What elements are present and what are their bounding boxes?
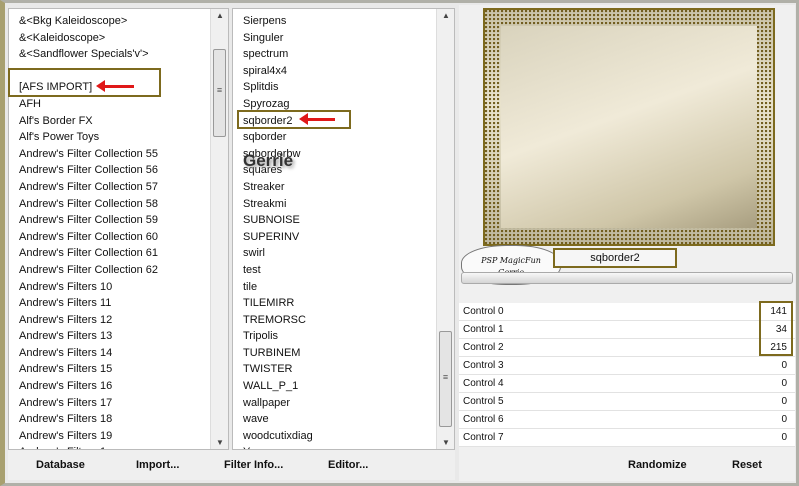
category-item[interactable]: Andrew's Filters 19 [9,428,210,445]
reset-button[interactable]: Reset [732,459,762,471]
scroll-down-icon[interactable]: ▼ [211,438,228,447]
category-item[interactable]: Andrew's Filters 14 [9,345,210,362]
filter-item[interactable]: swirl [233,245,436,262]
filter-item[interactable]: WALL_P_1 [233,378,436,395]
filter-item[interactable]: SUBNOISE [233,212,436,229]
filter-list[interactable]: Sierpens Singuler spectrum spiral4x4 Splitdi… [232,8,455,450]
filter-item[interactable]: Splitdis [233,79,436,96]
scroll-up-icon[interactable]: ▲ [437,11,454,20]
filter-item[interactable]: Tripolis [233,328,436,345]
control-label: Control 3 [463,360,504,371]
filter-item[interactable]: tile [233,279,436,296]
randomize-button[interactable]: Randomize [628,459,687,471]
control-value[interactable]: 0 [781,360,787,371]
category-item[interactable]: Andrew's Filter Collection 61 [9,245,210,262]
filter-item[interactable]: test [233,262,436,279]
bottom-button-bar: Database Import... Filter Info... Editor… [8,450,455,480]
filter-item[interactable]: sqborder [233,129,436,146]
filter-item[interactable]: spectrum [233,46,436,63]
category-item[interactable]: Andrew's Filters 13 [9,328,210,345]
category-item[interactable]: Andrew's Filter Collection 62 [9,262,210,279]
category-item[interactable]: Andrew's Filter Collection 55 [9,146,210,163]
control-row[interactable]: Control 6 0 [459,411,795,429]
control-label: Control 2 [463,342,504,353]
control-row[interactable]: Control 3 0 [459,357,795,375]
scroll-thumb[interactable]: ≡ [213,49,226,137]
filter-item[interactable]: TREMORSC [233,312,436,329]
category-item[interactable]: Andrew's Filters 12 [9,312,210,329]
filter-item[interactable]: TURBINEM [233,345,436,362]
filter-item[interactable]: spiral4x4 [233,63,436,80]
filter-item[interactable]: wallpaper [233,395,436,412]
control-label: Control 4 [463,378,504,389]
category-item[interactable]: Andrew's Filter Collection 59 [9,212,210,229]
filter-item[interactable]: wave [233,411,436,428]
category-item[interactable]: Alf's Power Toys [9,129,210,146]
category-item[interactable]: Andrew's Filters 16 [9,378,210,395]
highlight-box [8,68,161,97]
control-row[interactable]: Control 0 141 [459,303,795,321]
preview-panel: PSP MagicFunGerrie sqborder2 Control 014… [459,5,795,481]
control-row[interactable]: Control 5 0 [459,393,795,411]
red-arrow-icon [299,113,335,125]
highlight-box [759,301,793,356]
category-item[interactable]: Andrew's Filters 15 [9,361,210,378]
control-label: Control 6 [463,414,504,425]
scroll-down-icon[interactable]: ▼ [437,438,454,447]
category-item[interactable]: Alf's Border FX [9,113,210,130]
import-button[interactable]: Import... [136,459,179,471]
filter-item[interactable]: SUPERINV [233,229,436,246]
category-scrollbar[interactable]: ▲ ≡ ▼ [210,9,228,449]
control-value[interactable]: 0 [781,414,787,425]
filter-info-button[interactable]: Filter Info... [224,459,283,471]
preview-image [483,8,775,246]
category-item[interactable]: AFH [9,96,210,113]
category-item[interactable]: Andrew's Filters 18 [9,411,210,428]
category-item[interactable]: Andrew's Filters 11 [9,295,210,312]
filter-item[interactable]: Streakmi [233,196,436,213]
editor-button[interactable]: Editor... [328,459,368,471]
category-item[interactable]: Andrew's Filter Collection 57 [9,179,210,196]
filter-name-field: sqborder2 [553,248,677,268]
red-arrow-icon [96,80,134,92]
category-item[interactable]: Andrew's Filters 10 [9,279,210,296]
control-row[interactable]: Control 7 0 [459,429,795,447]
filter-item[interactable]: TWISTER [233,361,436,378]
control-label: Control 5 [463,396,504,407]
filter-scrollbar[interactable]: ▲ ≡ ▼ [436,9,454,449]
scroll-up-icon[interactable]: ▲ [211,11,228,20]
category-item[interactable]: Andrew's Filter Collection 56 [9,162,210,179]
control-label: Control 7 [463,432,504,443]
scroll-thumb[interactable]: ≡ [439,331,452,427]
control-row[interactable]: Control 1 34 [459,321,795,339]
control-label: Control 0 [463,306,504,317]
category-item[interactable]: &<Sandflower Specials'v'> [9,46,210,63]
database-button[interactable]: Database [36,459,85,471]
category-item[interactable]: Andrew's Filter Collection 58 [9,196,210,213]
control-row[interactable]: Control 2 215 [459,339,795,357]
category-item[interactable]: Andrew's Filter Collection 60 [9,229,210,246]
control-value[interactable]: 0 [781,396,787,407]
filter-item[interactable]: woodcutixdiag [233,428,436,445]
category-item[interactable]: Andrew's Filters 17 [9,395,210,412]
control-value[interactable]: 0 [781,378,787,389]
control-label: Control 1 [463,324,504,335]
filter-item[interactable]: Sierpens [233,13,436,30]
category-item[interactable]: &<Bkg Kaleidoscope> [9,13,210,30]
filter-item[interactable]: TILEMIRR [233,295,436,312]
control-value[interactable]: 0 [781,432,787,443]
category-item[interactable]: &<Kaleidoscope> [9,30,210,47]
watermark: Gerrie [243,151,294,170]
progress-slider[interactable] [461,272,793,284]
control-row[interactable]: Control 4 0 [459,375,795,393]
filter-item[interactable]: Singuler [233,30,436,47]
filter-item[interactable]: Streaker [233,179,436,196]
